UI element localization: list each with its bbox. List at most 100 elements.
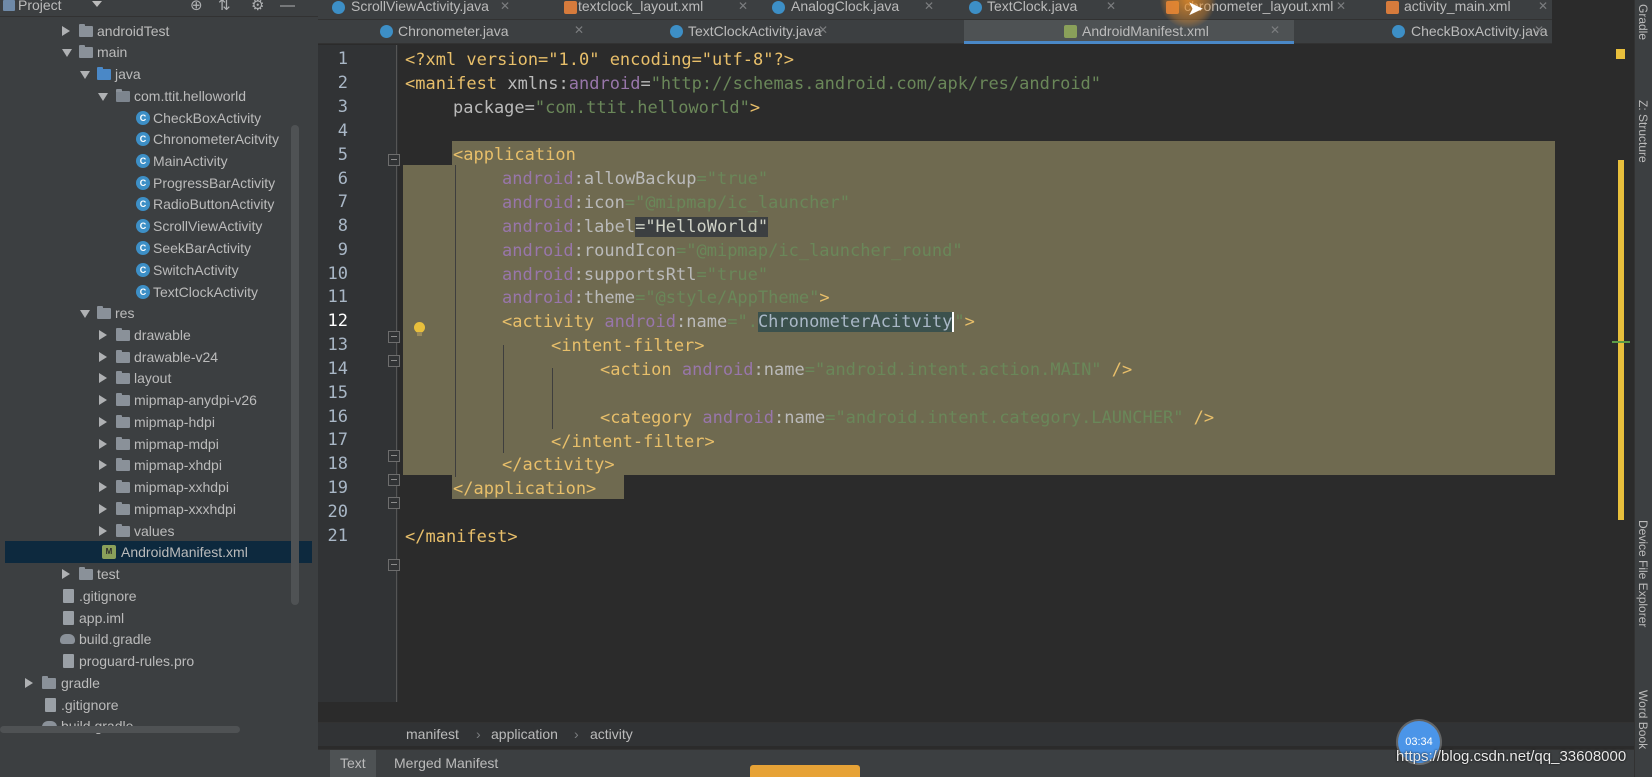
- chevron-right-icon[interactable]: [62, 26, 70, 36]
- close-icon[interactable]: ✕: [1538, 0, 1548, 13]
- locate-target-icon[interactable]: ⊕: [190, 0, 203, 15]
- chevron-down-icon[interactable]: [80, 310, 90, 318]
- device-file-explorer-button[interactable]: Device File Explorer: [1636, 520, 1650, 627]
- tab-textclock-layout[interactable]: textclock_layout.xml ✕: [558, 0, 758, 19]
- code-line-14[interactable]: <action android:name="android.intent.act…: [600, 358, 1132, 382]
- breadcrumb-item[interactable]: activity: [590, 726, 633, 742]
- fold-marker-icon[interactable]: [388, 474, 400, 486]
- tree-item-class[interactable]: C MainActivity: [0, 150, 312, 172]
- tree-item-res[interactable]: res: [0, 302, 312, 324]
- lightbulb-icon[interactable]: [414, 322, 425, 336]
- close-icon[interactable]: ✕: [1534, 23, 1544, 37]
- analysis-status-icon[interactable]: [1616, 49, 1625, 59]
- close-icon[interactable]: ✕: [1270, 23, 1280, 37]
- gradle-tool-button[interactable]: Gradle: [1636, 4, 1650, 40]
- tree-item-main[interactable]: main: [0, 41, 312, 63]
- tree-item-folder[interactable]: mipmap-xhdpi: [0, 454, 312, 476]
- close-icon[interactable]: ✕: [738, 0, 748, 13]
- gear-icon[interactable]: ⚙: [251, 0, 264, 15]
- close-icon[interactable]: ✕: [1336, 0, 1346, 13]
- collapse-all-icon[interactable]: ⇅: [218, 0, 231, 15]
- chevron-right-icon[interactable]: [99, 439, 107, 449]
- code-line-1[interactable]: <?xml version="1.0" encoding="utf-8"?>: [405, 48, 794, 72]
- chevron-down-icon[interactable]: [98, 93, 108, 101]
- tree-item-folder[interactable]: mipmap-hdpi: [0, 411, 312, 433]
- chevron-right-icon[interactable]: [99, 504, 107, 514]
- word-book-button[interactable]: Word Book: [1636, 690, 1650, 749]
- tree-item-folder[interactable]: mipmap-mdpi: [0, 433, 312, 455]
- tree-item-class[interactable]: C ProgressBarActivity: [0, 172, 312, 194]
- selection-marker[interactable]: [1618, 160, 1624, 520]
- chevron-right-icon[interactable]: [25, 678, 33, 688]
- chevron-right-icon[interactable]: [99, 417, 107, 427]
- fold-marker-icon[interactable]: [388, 497, 400, 509]
- tree-item-package[interactable]: com.ttit.helloworld: [0, 85, 312, 107]
- code-line-21[interactable]: </manifest>: [405, 525, 518, 549]
- code-line-11[interactable]: android:theme="@style/AppTheme">: [502, 286, 830, 310]
- code-line-2[interactable]: <manifest xmlns:android="http://schemas.…: [405, 72, 1101, 96]
- tab-analogclock[interactable]: AnalogClock.java ✕: [758, 0, 938, 19]
- chevron-right-icon[interactable]: [99, 352, 107, 362]
- fold-marker-icon[interactable]: [388, 450, 400, 462]
- close-icon[interactable]: ✕: [500, 0, 510, 13]
- tab-android-manifest[interactable]: AndroidManifest.xml ✕: [964, 20, 1294, 44]
- chevron-down-icon[interactable]: [92, 1, 102, 7]
- tree-item-android-manifest[interactable]: M AndroidManifest.xml: [5, 541, 312, 563]
- code-line-7[interactable]: android:icon="@mipmap/ic_launcher": [502, 191, 850, 215]
- project-panel-header[interactable]: Project ⊕ ⇅ ⚙ —: [0, 0, 318, 17]
- tab-chronometer[interactable]: Chronometer.java ✕: [318, 20, 594, 43]
- tree-item-class[interactable]: C TextClockActivity: [0, 281, 312, 303]
- tree-item-file[interactable]: .gitignore: [0, 585, 312, 607]
- tree-item-folder[interactable]: mipmap-xxhdpi: [0, 476, 312, 498]
- tab-activity-main[interactable]: activity_main.xml ✕: [1356, 0, 1552, 19]
- tree-item-file[interactable]: proguard-rules.pro: [0, 650, 312, 672]
- fold-marker-icon[interactable]: [388, 154, 400, 166]
- tree-item-folder[interactable]: drawable: [0, 324, 312, 346]
- fold-marker-icon[interactable]: [388, 355, 400, 367]
- code-line-5[interactable]: <application: [453, 143, 576, 167]
- tree-item-class[interactable]: C SeekBarActivity: [0, 237, 312, 259]
- project-view-selector[interactable]: Project: [18, 0, 62, 13]
- project-vertical-scrollbar[interactable]: [291, 125, 299, 605]
- tree-item-folder[interactable]: drawable-v24: [0, 346, 312, 368]
- tree-item-file[interactable]: .gitignore: [0, 694, 312, 716]
- code-line-18[interactable]: </activity>: [502, 453, 615, 477]
- code-line-6[interactable]: android:allowBackup="true": [502, 167, 768, 191]
- close-icon[interactable]: ✕: [924, 0, 934, 13]
- code-line-19[interactable]: </application>: [453, 477, 596, 501]
- code-line-3[interactable]: package="com.ttit.helloworld">: [453, 96, 760, 120]
- tree-item-folder[interactable]: mipmap-anydpi-v26: [0, 389, 312, 411]
- code-line-9[interactable]: android:roundIcon="@mipmap/ic_launcher_r…: [502, 239, 963, 263]
- code-line-12[interactable]: <activity android:name=".ChronometerAcit…: [502, 310, 975, 334]
- close-icon[interactable]: ✕: [574, 23, 584, 37]
- close-icon[interactable]: ✕: [818, 23, 828, 37]
- chevron-right-icon[interactable]: [99, 526, 107, 536]
- tree-item-folder[interactable]: mipmap-xxxhdpi: [0, 498, 312, 520]
- chevron-right-icon[interactable]: [99, 395, 107, 405]
- tree-item-file[interactable]: app.iml: [0, 607, 312, 629]
- breadcrumb-item[interactable]: manifest: [406, 726, 459, 742]
- breadcrumb-item[interactable]: application: [491, 726, 558, 742]
- code-line-13[interactable]: <intent-filter>: [551, 334, 705, 358]
- chevron-right-icon[interactable]: [99, 373, 107, 383]
- hide-panel-icon[interactable]: —: [280, 0, 295, 15]
- tree-item-folder[interactable]: layout: [0, 367, 312, 389]
- tab-checkbox-activity[interactable]: CheckBoxActivity.java ✕: [1294, 20, 1552, 43]
- tree-item-gradle-file[interactable]: build.gradle: [0, 628, 312, 650]
- chevron-down-icon[interactable]: [80, 71, 90, 79]
- tree-item-class[interactable]: C SwitchActivity: [0, 259, 312, 281]
- tab-textclock-activity[interactable]: TextClockActivity.java ✕: [594, 20, 836, 43]
- tab-textclock[interactable]: TextClock.java ✕: [938, 0, 1138, 19]
- chevron-right-icon[interactable]: [99, 330, 107, 340]
- code-line-10[interactable]: android:supportsRtl="true": [502, 263, 768, 287]
- fold-marker-icon[interactable]: [388, 331, 400, 343]
- tree-item-class[interactable]: C RadioButtonActivity: [0, 193, 312, 215]
- tree-item-folder[interactable]: values: [0, 520, 312, 542]
- tree-item-test[interactable]: test: [0, 563, 312, 585]
- project-horizontal-scrollbar[interactable]: [0, 726, 240, 733]
- fold-marker-icon[interactable]: [388, 559, 400, 571]
- tab-merged-manifest[interactable]: Merged Manifest: [384, 750, 508, 777]
- code-line-8[interactable]: android:label="HelloWorld": [502, 215, 769, 239]
- tree-item-androidtest[interactable]: androidTest: [0, 20, 312, 42]
- chevron-right-icon[interactable]: [62, 569, 70, 579]
